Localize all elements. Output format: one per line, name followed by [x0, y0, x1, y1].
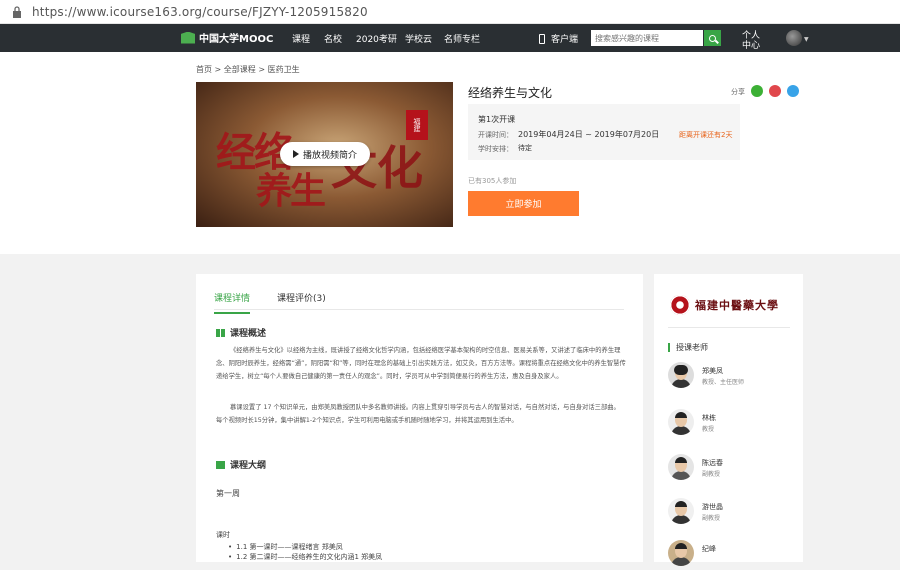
section-icon: [216, 460, 225, 469]
breadcrumb-category[interactable]: 医药卫生: [268, 65, 300, 74]
teacher-avatar: [668, 409, 694, 435]
teacher-card[interactable]: 陈远春 副教授: [668, 454, 793, 484]
user-avatar[interactable]: [786, 30, 802, 46]
school-logo[interactable]: 福建中醫藥大學: [670, 292, 788, 318]
wechat-share-icon[interactable]: [751, 85, 763, 97]
schedule-value: 待定: [518, 144, 532, 152]
teacher-avatar: [668, 540, 694, 566]
top-navigation: 中国大学MOOC 课程 名校 2020考研 学校云 名师专栏 客户端: [0, 24, 900, 52]
lessons-label: 课时: [216, 531, 230, 539]
personal-center-link[interactable]: 个人中心: [738, 31, 764, 51]
nav-link-kaoyan[interactable]: 2020考研: [356, 32, 397, 45]
term-label: 第1次开课: [478, 115, 516, 124]
teachers-heading: 授课老师: [668, 343, 708, 352]
lock-icon: [10, 5, 24, 19]
open-time-label: 开课时间：: [478, 131, 513, 139]
tab-divider: [214, 309, 624, 310]
nav-link-school-cloud[interactable]: 学校云: [405, 32, 432, 45]
play-intro-video-button[interactable]: 播放视频简介: [280, 142, 370, 166]
cover-calligraphy: 养生: [256, 170, 326, 212]
browser-address-bar[interactable]: https://www.icourse163.org/course/FJZYY-…: [0, 0, 900, 24]
nav-link-schools[interactable]: 名校: [324, 32, 342, 45]
url-text[interactable]: https://www.icourse163.org/course/FJZYY-…: [32, 5, 368, 19]
client-download-link[interactable]: 客户端: [539, 32, 578, 45]
teacher-name: 游世晶: [702, 503, 723, 511]
detail-tabs: 课程详情 课程评价(3): [214, 291, 353, 314]
teacher-card[interactable]: 游世晶 副教授: [668, 498, 793, 528]
nav-link-courses[interactable]: 课程: [292, 32, 310, 45]
tab-course-reviews[interactable]: 课程评价(3): [277, 291, 326, 314]
countdown-text: 距离开课还有2天: [679, 131, 733, 139]
lesson-item[interactable]: 1.1 第一课时——课程绪言 郑美凤: [228, 542, 343, 552]
qq-share-icon[interactable]: [787, 85, 799, 97]
teacher-title: 教授: [702, 426, 715, 433]
overview-heading: 课程概述: [216, 326, 266, 339]
teacher-card[interactable]: 林栋 教授: [668, 409, 793, 439]
join-now-button[interactable]: 立即参加: [468, 191, 579, 216]
teacher-card[interactable]: 纪峰: [668, 540, 793, 570]
overview-paragraph-2: 慕课设置了 17 个知识单元，由郑美凤教授团队中多名教师讲授。内容上贯穿引导学员…: [216, 404, 620, 424]
nav-link-famous-teachers[interactable]: 名师专栏: [444, 32, 480, 45]
open-time-value: 2019年04月24日 ~ 2019年07月20日: [518, 130, 660, 139]
course-detail-panel: 课程详情 课程评价(3) 课程概述 《经络养生与文化》以经络为主线，既讲授了经络…: [196, 274, 643, 562]
teacher-card[interactable]: 郑美凤 教授、主任医师: [668, 362, 793, 392]
teacher-name: 纪峰: [702, 545, 716, 553]
teacher-name: 陈远春: [702, 459, 723, 467]
overview-paragraph-1: 《经络养生与文化》以经络为主线，既讲授了经络文化哲学内涵，包括经络医学基本架构的…: [216, 347, 626, 380]
tab-course-detail[interactable]: 课程详情: [214, 291, 251, 314]
course-info-box: 第1次开课 开课时间： 2019年04月24日 ~ 2019年07月20日 距离…: [468, 104, 740, 160]
breadcrumb: 首页 > 全部课程 > 医药卫生: [196, 65, 300, 74]
syllabus-heading: 课程大纲: [216, 458, 266, 471]
search-input[interactable]: [591, 30, 703, 46]
divider: [668, 327, 790, 328]
teacher-avatar: [668, 362, 694, 388]
schedule-label: 学时安排：: [478, 145, 513, 153]
section-icon: [216, 328, 225, 337]
lesson-item[interactable]: 1.2 第二课时——经络养生的文化内涵1 郑美凤: [228, 552, 382, 562]
teacher-avatar: [668, 498, 694, 524]
course-title: 经络养生与文化: [468, 86, 553, 100]
phone-icon: [539, 33, 545, 44]
site-logo[interactable]: 中国大学MOOC: [181, 30, 273, 45]
teacher-name: 林栋: [702, 414, 716, 422]
teacher-name: 郑美凤: [702, 367, 723, 375]
breadcrumb-all-courses[interactable]: 全部课程: [224, 65, 256, 74]
teacher-avatar: [668, 454, 694, 480]
logo-icon: [181, 31, 195, 44]
play-icon: [292, 150, 299, 158]
weibo-share-icon[interactable]: [769, 85, 781, 97]
school-emblem-icon: [670, 295, 690, 315]
search-button[interactable]: [704, 30, 721, 46]
share-label: 分享: [731, 88, 745, 96]
week-label: 第一周: [216, 489, 240, 498]
cover-seal: 福建: [406, 110, 428, 140]
teacher-title: 副教授: [702, 471, 721, 478]
teacher-title: 教授、主任医师: [702, 379, 745, 386]
school-sidebar: 福建中醫藥大學 授课老师 郑美凤 教授、主任医师 林栋 教授 陈远春 副教授 游…: [654, 274, 803, 566]
teacher-title: 副教授: [702, 515, 721, 522]
chevron-down-icon[interactable]: ▼: [804, 36, 809, 43]
joined-count: 已有305人参加: [468, 177, 517, 185]
breadcrumb-home[interactable]: 首页: [196, 65, 212, 74]
search-icon: [709, 34, 716, 42]
